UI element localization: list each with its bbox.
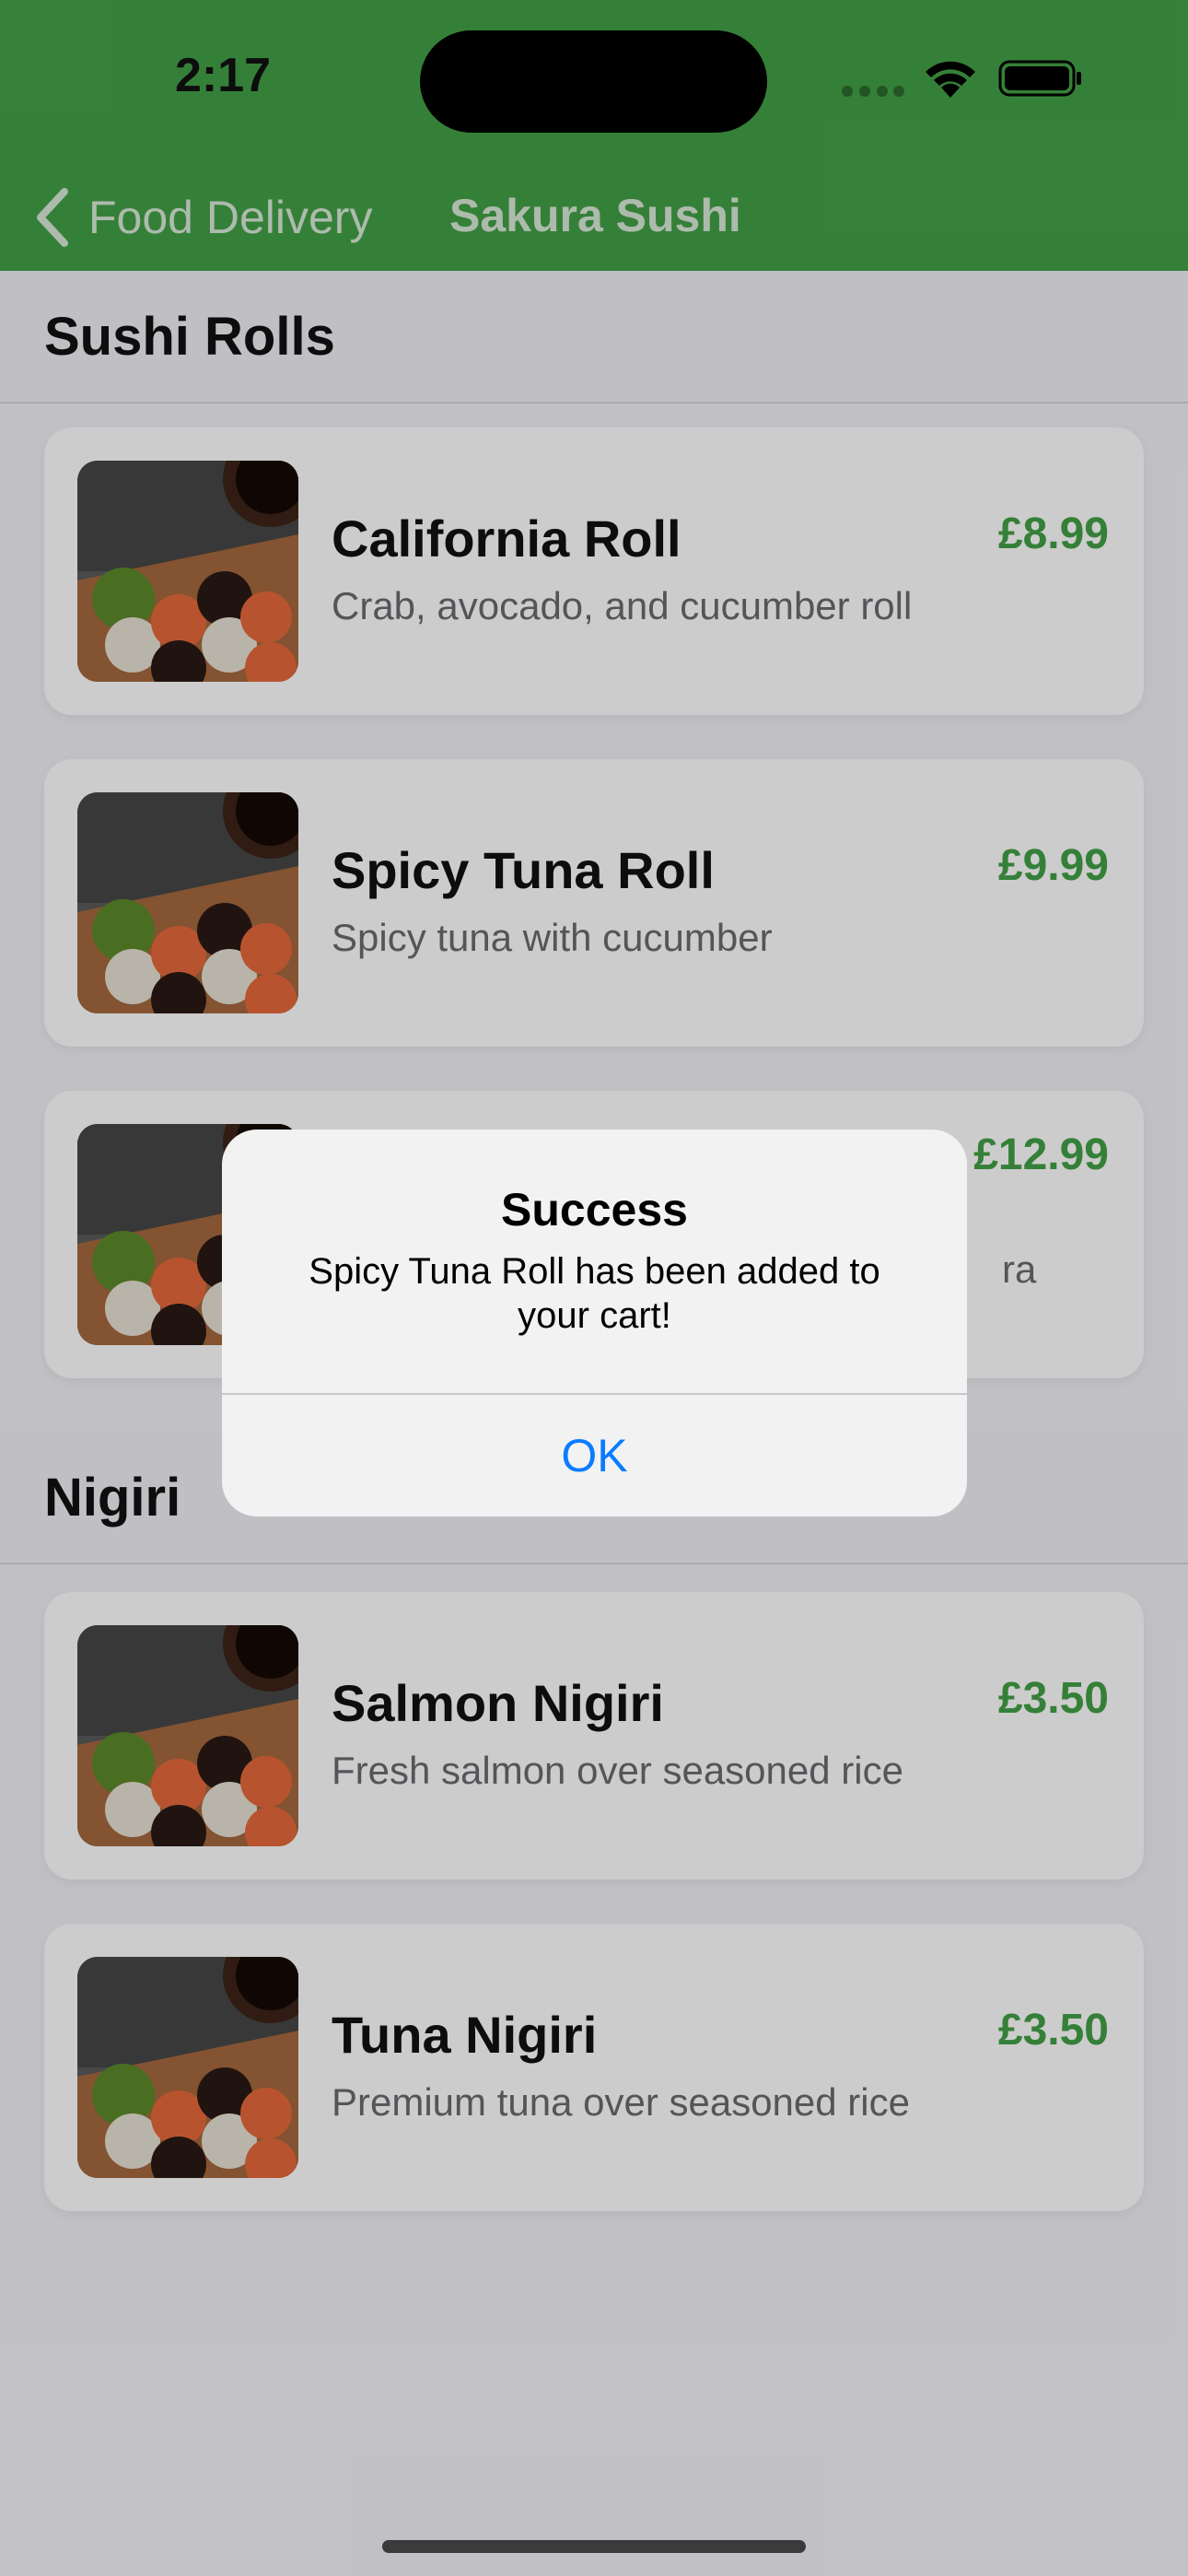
home-indicator[interactable]	[382, 2540, 806, 2553]
ok-button[interactable]: OK	[222, 1395, 967, 1516]
alert-message: Spicy Tuna Roll has been added to your c…	[309, 1251, 880, 1336]
success-alert-dialog: Success Spicy Tuna Roll has been added t…	[222, 1130, 967, 1516]
alert-title: Success	[501, 1184, 688, 1235]
